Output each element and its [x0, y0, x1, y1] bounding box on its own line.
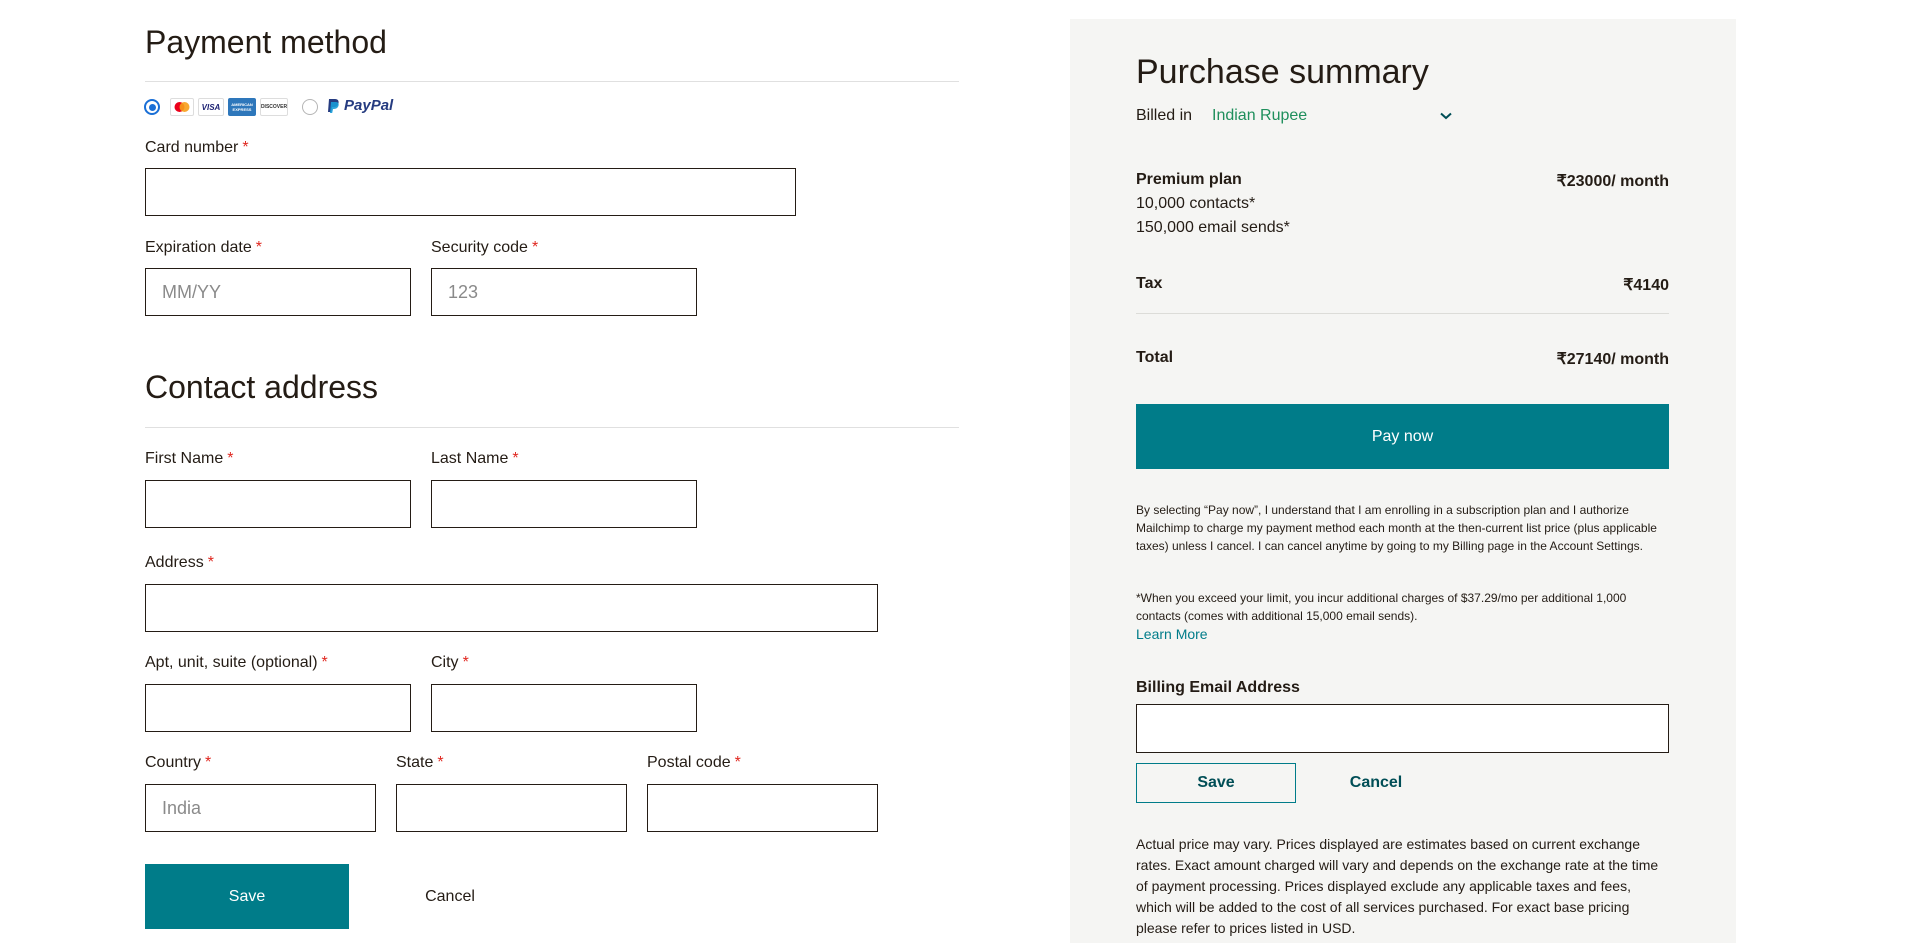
card-number-input[interactable] — [145, 168, 796, 216]
purchase-summary-title: Purchase summary — [1136, 53, 1429, 91]
plan-email-sends: 150,000 email sends* — [1136, 219, 1290, 236]
chevron-down-icon — [1440, 112, 1452, 120]
plan-contacts: 10,000 contacts* — [1136, 195, 1256, 212]
mastercard-icon — [170, 98, 194, 116]
discover-icon: DISCOVER — [260, 98, 288, 116]
city-input[interactable] — [431, 684, 697, 732]
limit-text: *When you exceed your limit, you incur a… — [1136, 591, 1627, 623]
contact-address-title: Contact address — [145, 369, 379, 405]
plan-name: Premium plan — [1136, 171, 1242, 188]
card-logos: VISA AMERICAN EXPRESS DISCOVER — [170, 98, 288, 116]
country-placeholder: India — [162, 797, 202, 818]
expiration-placeholder: MM/YY — [162, 281, 222, 302]
learn-more-link[interactable]: Learn More — [1136, 626, 1208, 642]
last-name-input[interactable] — [431, 480, 697, 528]
country-input[interactable]: India — [145, 784, 376, 832]
card-number-label: Card number * — [145, 139, 249, 156]
purchase-summary-panel — [1070, 19, 1736, 943]
paypal-icon — [328, 98, 339, 113]
state-input[interactable] — [396, 784, 627, 832]
paypal-label: PayPal — [344, 97, 394, 114]
apt-input[interactable] — [145, 684, 411, 732]
currency-select[interactable]: Indian Rupee — [1212, 104, 1452, 128]
security-code-input[interactable]: 123 — [431, 268, 697, 316]
postal-code-label: Postal code * — [647, 754, 741, 771]
paypal-radio[interactable] — [302, 99, 318, 115]
tax-divider — [1136, 313, 1669, 314]
tax-value: ₹4140 — [1623, 277, 1669, 294]
price-disclaimer: Actual price may vary. Prices displayed … — [1136, 836, 1659, 936]
contact-divider — [145, 427, 959, 428]
total-value: ₹27140/ month — [1556, 351, 1669, 368]
apt-label: Apt, unit, suite (optional) * — [145, 654, 328, 671]
consent-text: By selecting “Pay now”, I understand tha… — [1136, 503, 1657, 553]
paypal-logo: PayPal — [326, 97, 393, 114]
billed-in-label: Billed in — [1136, 107, 1193, 124]
billing-email-label: Billing Email Address — [1136, 679, 1300, 696]
expiration-date-input[interactable]: MM/YY — [145, 268, 411, 316]
postal-code-input[interactable] — [647, 784, 878, 832]
first-name-label: First Name * — [145, 450, 234, 467]
security-code-label: Security code * — [431, 239, 539, 256]
payment-method-title: Payment method — [145, 24, 387, 60]
payment-divider — [145, 81, 959, 82]
first-name-input[interactable] — [145, 480, 411, 528]
billing-email-cancel-button[interactable]: Cancel — [1326, 763, 1426, 803]
city-label: City * — [431, 654, 469, 671]
billing-email-save-button[interactable]: Save — [1136, 763, 1296, 803]
security-placeholder: 123 — [448, 281, 479, 302]
contact-cancel-button[interactable]: Cancel — [400, 864, 500, 929]
currency-value: Indian Rupee — [1212, 107, 1308, 124]
plan-price: ₹23000/ month — [1556, 173, 1669, 190]
total-label: Total — [1136, 349, 1174, 366]
tax-label: Tax — [1136, 275, 1163, 292]
expiration-date-label: Expiration date * — [145, 239, 262, 256]
last-name-label: Last Name * — [431, 450, 519, 467]
card-radio[interactable] — [144, 99, 160, 115]
address-input[interactable] — [145, 584, 878, 632]
pay-now-button[interactable]: Pay now — [1136, 404, 1669, 469]
country-label: Country * — [145, 754, 212, 771]
visa-icon: VISA — [198, 98, 224, 116]
billing-email-input[interactable] — [1136, 704, 1669, 753]
state-label: State * — [396, 754, 444, 771]
contact-save-button[interactable]: Save — [145, 864, 349, 929]
amex-icon: AMERICAN EXPRESS — [228, 98, 256, 116]
address-label: Address * — [145, 554, 214, 571]
